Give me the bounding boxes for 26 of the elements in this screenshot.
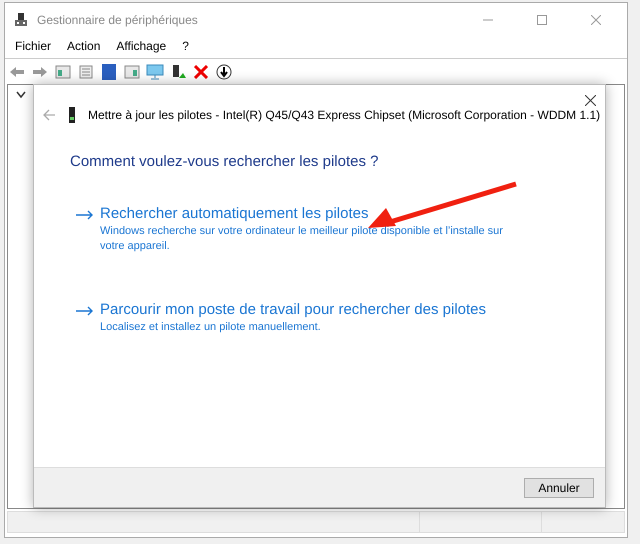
download-icon[interactable] [214, 62, 234, 82]
menu-item[interactable]: Fichier [13, 37, 54, 55]
cancel-button[interactable]: Annuler [524, 478, 594, 498]
maximize-icon [537, 15, 547, 25]
close-icon [584, 94, 596, 106]
menu-item[interactable]: Affichage [114, 37, 168, 55]
option-title: Rechercher automatiquement les pilotes [100, 204, 370, 224]
dialog-title: Mettre à jour les pilotes - Intel(R) Q45/Q43 Express Chipset (Microsoft Corporation - WDDM 1.1) [88, 107, 600, 124]
window-title: Gestionnaire de périphériques [37, 12, 198, 29]
option-link[interactable]: Parcourir mon poste de travail pour rechercher des pilotes Localisez et installez un pilote manuellement. [70, 300, 530, 334]
option-description: Windows recherche sur votre ordinateur le meilleur pilote disponible et l’installe sur votre appareil. [100, 224, 504, 254]
dialog-heading: Comment voulez-vous rechercher les pilotes ? [70, 152, 380, 172]
device-icon [13, 12, 29, 28]
option-link[interactable]: Rechercher automatiquement les pilotes Windows recherche sur votre ordinateur le meilleur pilote disponible et l’installe sur votre appareil. [70, 204, 530, 254]
close-icon [591, 15, 601, 25]
arrow-right-icon [76, 306, 94, 316]
arrow-right-icon [76, 210, 94, 220]
close-button[interactable] [583, 93, 597, 107]
monitor-icon[interactable] [145, 62, 165, 82]
back-arrow-icon[interactable] [42, 109, 56, 121]
menu-item[interactable]: Action [65, 37, 102, 55]
menu-item[interactable]: ? [180, 37, 191, 55]
chevron-icon [16, 91, 26, 99]
option-title: Parcourir mon poste de travail pour rechercher des pilotes [100, 300, 488, 320]
device-icon [68, 107, 76, 123]
option-description: Localisez et installez un pilote manuellement. [100, 320, 322, 334]
